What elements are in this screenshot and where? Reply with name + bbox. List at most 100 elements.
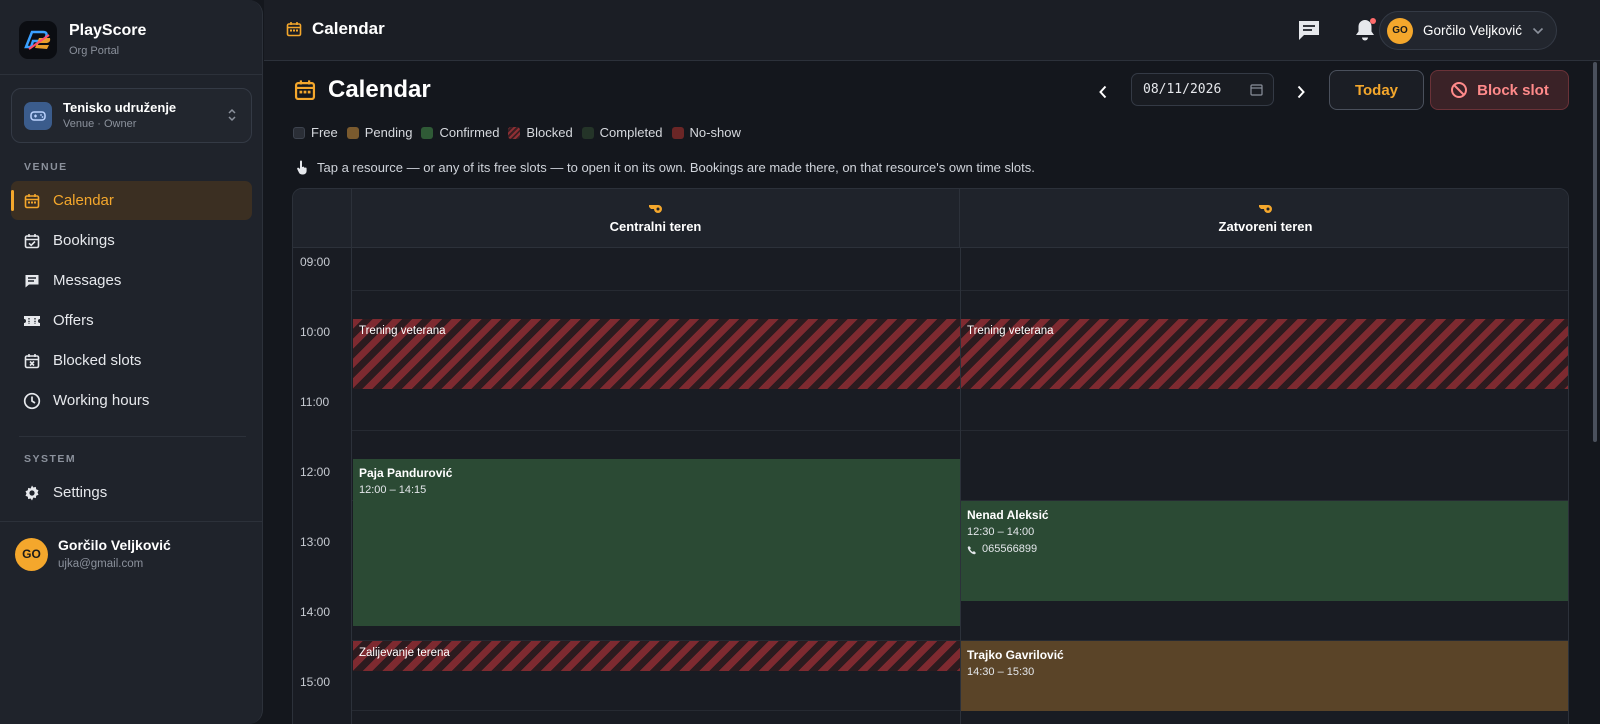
sidebar-item-label: Working hours [53, 392, 150, 409]
page-scrollbar[interactable] [1593, 62, 1597, 442]
date-input[interactable]: 08/11/2026 [1131, 73, 1274, 106]
legend-label: Completed [599, 125, 663, 140]
brand[interactable]: PlayScore Org Portal [19, 21, 146, 59]
org-name: Tenisko udruženje [63, 100, 177, 115]
sidebar-divider [0, 74, 263, 75]
chevron-left-icon [1099, 85, 1107, 99]
sidebar-item-settings[interactable]: Settings [11, 473, 252, 512]
sidebar-item-label: Bookings [53, 232, 115, 249]
chevron-updown-icon [227, 107, 237, 128]
sidebar: PlayScore Org Portal Tenisko udruženje V… [0, 0, 263, 724]
resource-name: Zatvoreni teren [1218, 219, 1313, 234]
calendar-icon [294, 79, 316, 101]
time-label: 14:00 [300, 605, 331, 619]
playscore-logo-icon [19, 21, 57, 59]
booking-name: Trajko Gavrilović [967, 648, 1064, 662]
user-menu[interactable]: GO Gorčilo Veljković [1379, 11, 1557, 50]
legend-swatch [581, 126, 594, 139]
time-label: 10:00 [300, 325, 331, 339]
sidebar-item-label: Messages [53, 272, 122, 289]
calendar-icon [286, 21, 302, 37]
resource-name: Centralni teren [609, 219, 702, 234]
org-switcher[interactable]: Tenisko udruženje Venue · Owner [11, 88, 252, 143]
ticket-icon [23, 312, 41, 330]
booking-confirmed[interactable]: Nenad Aleksić 12:30 – 14:00 065566899 [961, 501, 1568, 601]
pointer-hand-icon [296, 160, 308, 175]
legend-swatch [293, 126, 305, 139]
legend-item-no-show: No-show [671, 125, 741, 140]
message-icon [23, 272, 41, 290]
blocked-slot[interactable]: Trening veterana [353, 319, 960, 389]
legend-item-free: Free [293, 125, 338, 140]
resource-header-zatvoreni-teren[interactable]: Zatvoreni teren [961, 189, 1568, 248]
time-column-header [293, 189, 352, 248]
sidebar-item-label: Blocked slots [53, 352, 142, 369]
booking-phone: 065566899 [967, 542, 1564, 557]
sidebar-user[interactable]: GO Gorčilo Veljković ujka@gmail.com [15, 536, 171, 572]
brand-subtitle: Org Portal [69, 45, 120, 57]
notification-dot [1370, 18, 1376, 24]
chevron-right-icon [1297, 85, 1305, 99]
blocked-slot[interactable]: Zalijevanje terena [353, 641, 960, 671]
avatar: GO [15, 537, 48, 571]
booking-time: 12:00 – 14:15 [359, 484, 427, 496]
time-label: 11:00 [300, 395, 330, 409]
org-role: Venue · Owner [63, 118, 137, 130]
legend-swatch [508, 126, 521, 139]
sidebar-item-offers[interactable]: Offers [11, 301, 252, 340]
today-button[interactable]: Today [1329, 70, 1424, 110]
block-slot-label: Block slot [1477, 81, 1549, 99]
booking-name: Nenad Aleksić [967, 508, 1049, 522]
booking-confirmed[interactable]: Paja Pandurović 12:00 – 14:15 [353, 459, 960, 626]
whistle-icon [1258, 203, 1274, 213]
booking-name: Paja Pandurović [359, 466, 453, 480]
section-label-system: SYSTEM [24, 453, 77, 465]
chat-icon[interactable] [1297, 18, 1321, 42]
whistle-icon [648, 203, 664, 213]
sidebar-item-calendar[interactable]: Calendar [11, 181, 252, 220]
gear-icon [23, 484, 41, 502]
legend-swatch [346, 126, 359, 139]
blocked-slot[interactable]: Trening veterana [961, 319, 1568, 389]
hint-label: Tap a resource — or any of its free slot… [317, 160, 1035, 175]
prev-day-button[interactable] [1091, 80, 1115, 104]
clock-icon [23, 392, 41, 410]
bell-icon[interactable] [1353, 18, 1377, 42]
sidebar-item-blocked-slots[interactable]: Blocked slots [11, 341, 252, 380]
resource-header-centralni-teren[interactable]: Centralni teren [352, 189, 960, 248]
sidebar-item-label: Settings [53, 484, 108, 501]
top-bar: Calendar GO Gorčilo Veljković [264, 0, 1600, 61]
sidebar-item-label: Offers [53, 312, 94, 329]
booking-pending[interactable]: Trajko Gavrilović 14:30 – 15:30 [961, 641, 1568, 711]
block-slot-button[interactable]: Block slot [1430, 70, 1569, 110]
brand-name: PlayScore [69, 22, 147, 39]
user-name: Gorčilo Veljković [58, 537, 171, 553]
calendar-picker-icon[interactable] [1250, 83, 1263, 96]
time-label: 15:00 [300, 675, 331, 689]
legend-item-blocked: Blocked [508, 125, 573, 140]
gamepad-icon [24, 101, 52, 130]
sidebar-item-working-hours[interactable]: Working hours [11, 381, 252, 420]
time-label: 09:00 [300, 255, 331, 269]
legend-swatch [671, 126, 684, 139]
legend-label: Confirmed [439, 125, 500, 140]
topbar-title-text: Calendar [312, 19, 385, 38]
hint-text: Tap a resource — or any of its free slot… [296, 160, 1035, 175]
sidebar-item-bookings[interactable]: Bookings [11, 221, 252, 260]
next-day-button[interactable] [1289, 80, 1313, 104]
booking-time: 12:30 – 14:00 [967, 526, 1035, 538]
avatar: GO [1387, 17, 1413, 44]
calendar-check-icon [23, 232, 41, 250]
sidebar-item-messages[interactable]: Messages [11, 261, 252, 300]
date-input-value: 08/11/2026 [1143, 82, 1222, 97]
ban-icon [1450, 81, 1468, 99]
legend-label: Blocked [526, 125, 573, 140]
booking-phone-number: 065566899 [982, 543, 1038, 555]
legend-swatch [421, 126, 434, 139]
time-label: 12:00 [300, 465, 331, 479]
event-title: Trening veterana [359, 325, 446, 337]
phone-icon [967, 545, 977, 555]
topbar-title: Calendar [286, 19, 385, 39]
event-title: Trening veterana [967, 325, 1054, 337]
legend-item-confirmed: Confirmed [421, 125, 499, 140]
